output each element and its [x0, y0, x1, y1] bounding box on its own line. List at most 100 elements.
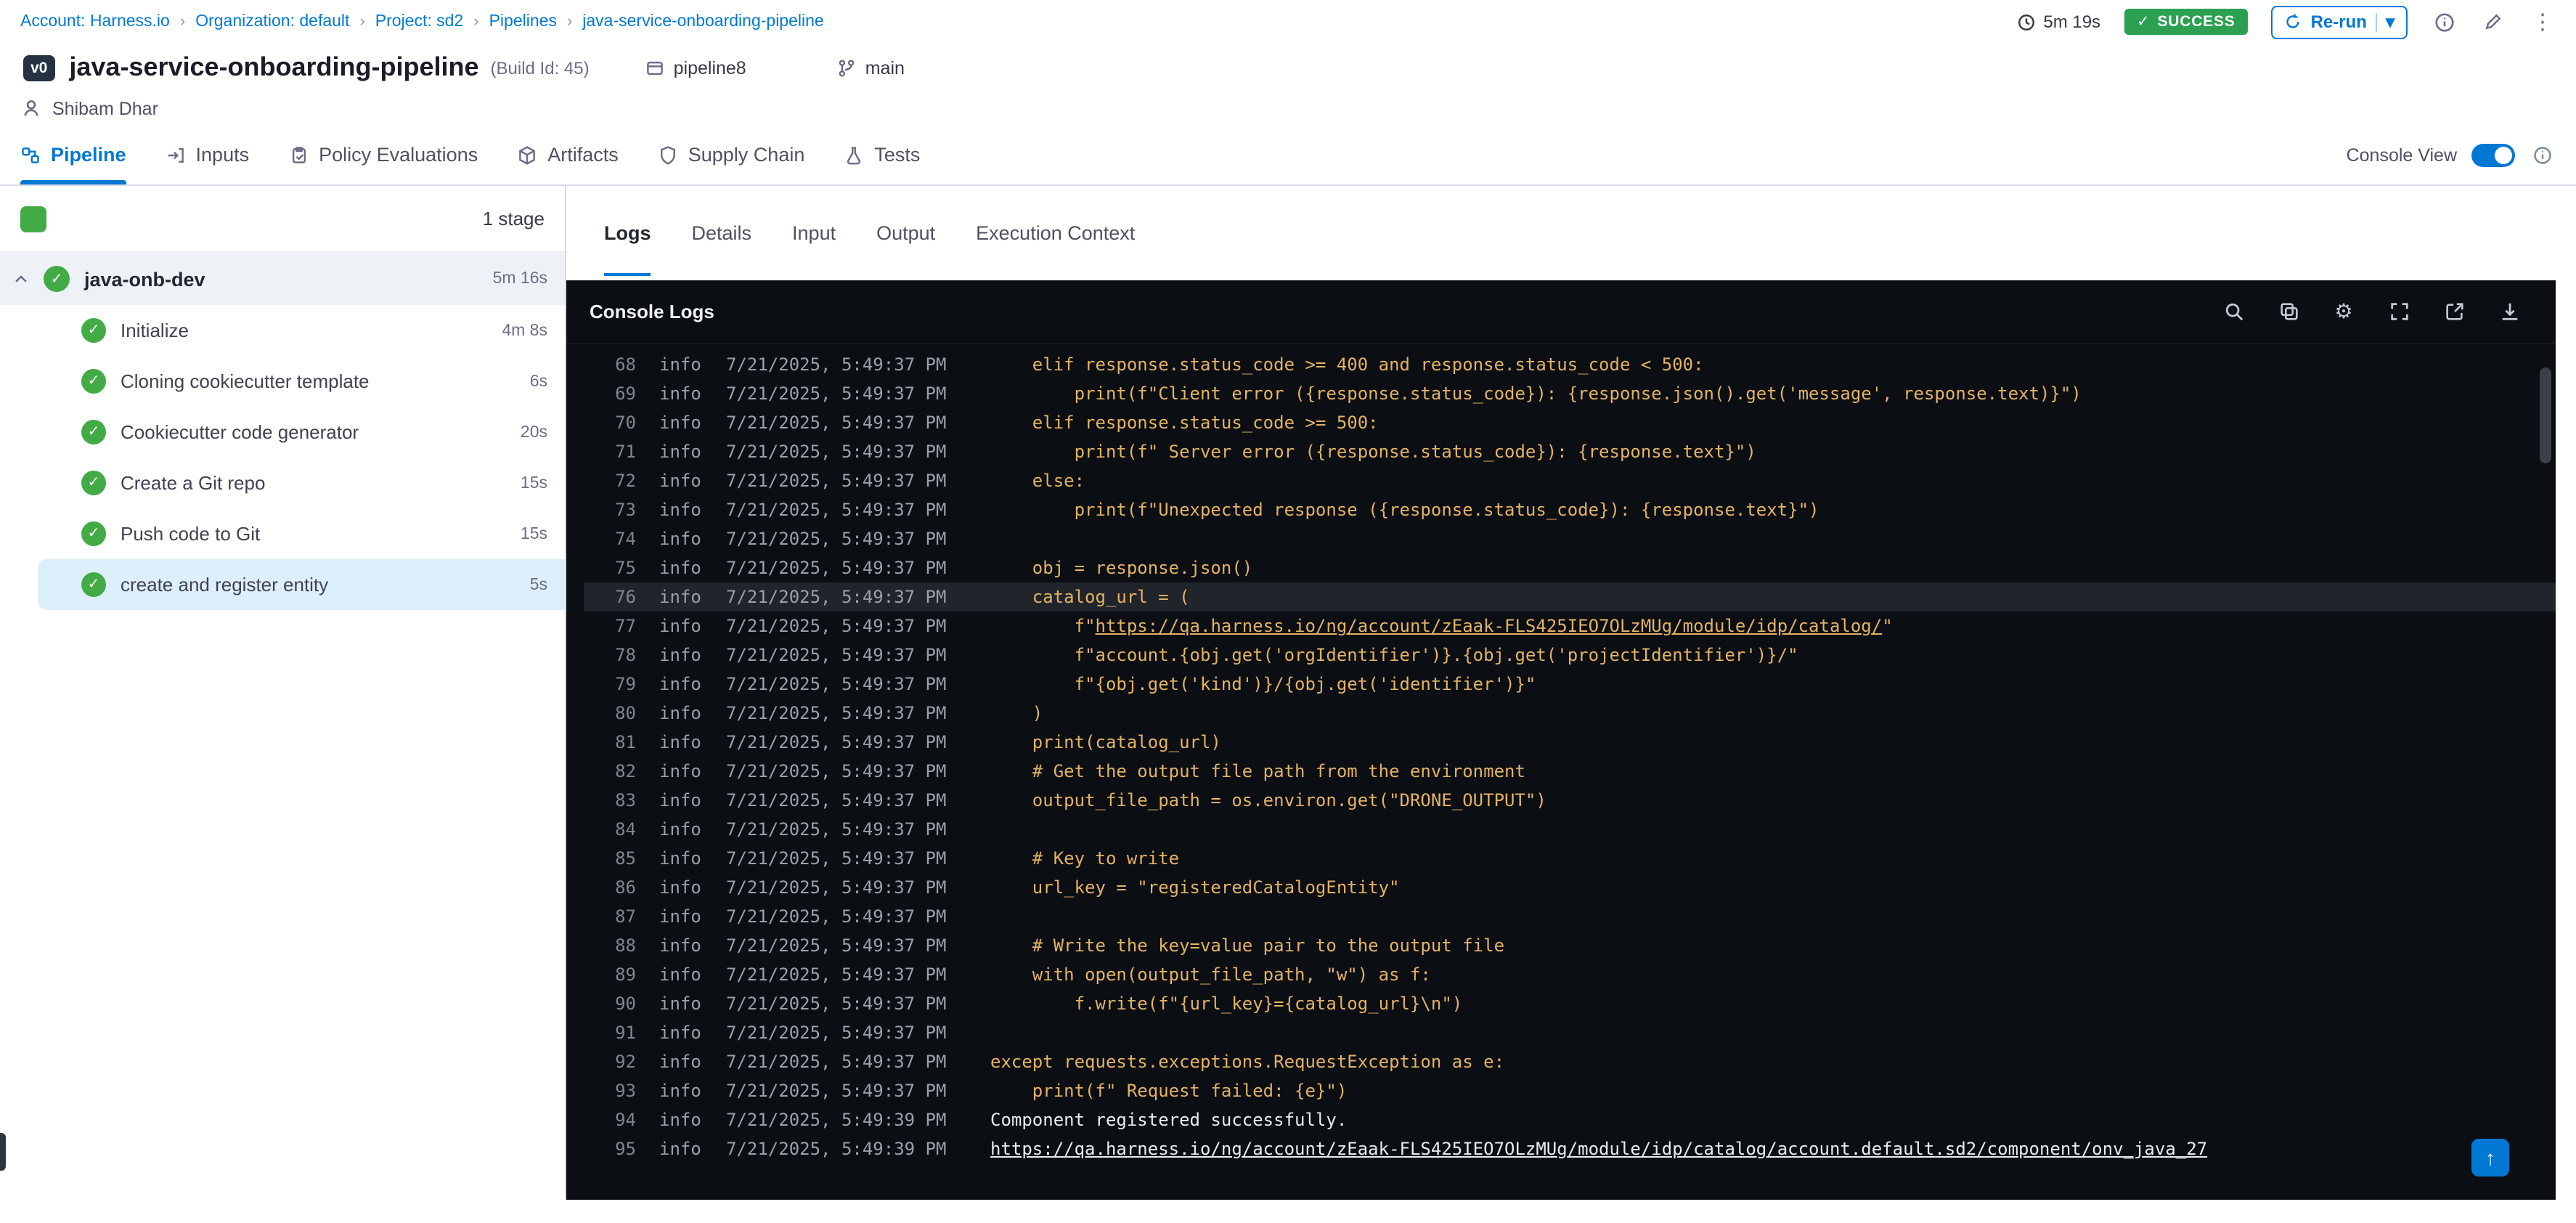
log-line-number: 68 [615, 354, 636, 375]
execution-duration: 5m 19s [2017, 12, 2100, 32]
log-timestamp: 7/21/2025, 5:49:37 PM [726, 819, 947, 840]
step-create-a-git-repo[interactable]: ✓ Create a Git repo 15s [0, 458, 565, 508]
breadcrumb-project[interactable]: Project: sd2 [375, 13, 463, 31]
tab-tests[interactable]: Tests [844, 125, 920, 184]
tab-pipeline[interactable]: Pipeline [20, 125, 126, 184]
step-initialize[interactable]: ✓ Initialize 4m 8s [0, 305, 565, 356]
edit-pencil-icon[interactable] [2480, 9, 2506, 35]
log-line-number: 89 [615, 964, 636, 985]
log-timestamp: 7/21/2025, 5:49:37 PM [726, 906, 947, 927]
scroll-to-top-button[interactable]: ↑ [2471, 1139, 2509, 1177]
step-cookiecutter-code-generator[interactable]: ✓ Cookiecutter code generator 20s [0, 407, 565, 458]
rerun-button[interactable]: Re-run ▾ [2271, 5, 2408, 38]
log-line: 87 info 7/21/2025, 5:49:37 PM [584, 902, 2556, 931]
log-line-number: 78 [615, 645, 636, 665]
log-link[interactable]: https://qa.harness.io/ng/account/zEaak-F… [990, 1139, 2207, 1159]
chevron-up-icon[interactable] [9, 267, 32, 290]
open-in-new-icon[interactable] [2442, 300, 2466, 323]
step-cloning-cookiecutter-template[interactable]: ✓ Cloning cookiecutter template 6s [0, 356, 565, 407]
log-level: info [659, 994, 701, 1014]
breadcrumb-organization[interactable]: Organization: default [195, 13, 349, 31]
log-level: info [659, 616, 701, 636]
step-push-code-to-git[interactable]: ✓ Push code to Git 15s [0, 508, 565, 559]
step-duration: 6s [529, 373, 547, 390]
log-timestamp: 7/21/2025, 5:49:37 PM [726, 413, 947, 433]
tab-input[interactable]: Input [792, 186, 836, 280]
log-line: 74 info 7/21/2025, 5:49:37 PM [584, 524, 2556, 553]
tab-logs[interactable]: Logs [604, 186, 652, 280]
user-icon [24, 100, 38, 116]
log-timestamp: 7/21/2025, 5:49:37 PM [726, 732, 947, 752]
log-text: print(f" Server error ({response.status_… [990, 442, 1756, 462]
log-level: info [659, 471, 701, 491]
stage-row-java-onb-dev[interactable]: ✓ java-onb-dev 5m 16s [0, 253, 565, 305]
tab-supply-chain[interactable]: Supply Chain [658, 125, 804, 184]
log-timestamp: 7/21/2025, 5:49:37 PM [726, 877, 947, 898]
drawer-handle[interactable] [0, 1133, 6, 1171]
console-scrollbar[interactable] [2540, 367, 2551, 463]
breadcrumb-separator-icon: › [566, 13, 573, 31]
chevron-down-icon[interactable]: ▾ [2386, 12, 2394, 32]
branch-chip[interactable]: main [836, 57, 905, 78]
log-line: 68 info 7/21/2025, 5:49:37 PM elif respons… [584, 350, 2556, 379]
console-view-info-icon[interactable] [2530, 142, 2556, 168]
log-text: Component registered successfully. [990, 1110, 1348, 1130]
log-level: info [659, 645, 701, 665]
pipeline-tag-chip[interactable]: pipeline8 [645, 57, 746, 78]
log-line: 82 info 7/21/2025, 5:49:37 PM # Get the ou… [584, 757, 2556, 786]
log-timestamp: 7/21/2025, 5:49:37 PM [726, 674, 947, 694]
tab-policy-evaluations[interactable]: Policy Evaluations [288, 125, 478, 184]
console-header: Console Logs ⚙ [566, 280, 2556, 344]
log-line: 90 info 7/21/2025, 5:49:37 PM f.write(f"{u… [584, 989, 2556, 1018]
step-create-and-register-entity[interactable]: ✓ create and register entity 5s [38, 559, 565, 610]
log-level: info [659, 674, 701, 694]
log-line: 84 info 7/21/2025, 5:49:37 PM [584, 815, 2556, 844]
log-line: 72 info 7/21/2025, 5:49:37 PM else: [584, 466, 2556, 495]
log-text: ) [990, 703, 1043, 723]
log-timestamp: 7/21/2025, 5:49:39 PM [726, 1110, 947, 1130]
log-level: info [659, 790, 701, 810]
breadcrumb-account[interactable]: Account: Harness.io [20, 13, 170, 31]
log-line: 88 info 7/21/2025, 5:49:37 PM # Write the … [584, 931, 2556, 960]
tab-output[interactable]: Output [876, 186, 935, 280]
main-tab-bar: Pipeline Inputs Policy Evaluations Artif… [0, 125, 2576, 186]
log-line-number: 70 [615, 413, 636, 433]
step-duration: 4m 8s [502, 322, 547, 339]
step-duration: 20s [520, 423, 547, 441]
log-level: info [659, 819, 701, 840]
tab-execution-context[interactable]: Execution Context [976, 186, 1135, 280]
log-line-number: 88 [615, 935, 636, 956]
breadcrumb-separator-icon: › [473, 13, 479, 31]
settings-gear-icon[interactable]: ⚙ [2332, 299, 2355, 323]
search-icon[interactable] [2222, 300, 2245, 323]
log-link[interactable]: https://qa.harness.io/ng/account/zEaak-F… [1096, 616, 1883, 636]
log-text: https://qa.harness.io/ng/account/zEaak-F… [990, 1134, 2207, 1163]
log-level: info [659, 732, 701, 752]
copy-icon[interactable] [2277, 300, 2300, 323]
fullscreen-icon[interactable] [2387, 300, 2410, 323]
info-icon[interactable] [2431, 9, 2457, 35]
git-branch-icon [839, 59, 855, 76]
download-icon[interactable] [2498, 300, 2521, 323]
log-list: 68 info 7/21/2025, 5:49:37 PM elif respons… [566, 350, 2556, 1200]
tab-artifacts[interactable]: Artifacts [517, 125, 619, 184]
card-icon [646, 60, 663, 75]
tab-details[interactable]: Details [692, 186, 752, 280]
log-level: info [659, 935, 701, 956]
stage-minimap-node[interactable] [20, 206, 46, 232]
log-line-number: 75 [615, 558, 636, 578]
console-title: Console Logs [590, 301, 714, 322]
policy-clipboard-icon [291, 146, 306, 163]
console-view-toggle[interactable] [2471, 143, 2515, 166]
step-success-icon: ✓ [81, 369, 106, 394]
log-text: f"account.{obj.get('orgIdentifier')}.{ob… [990, 645, 1798, 665]
breadcrumb-current-pipeline[interactable]: java-service-onboarding-pipeline [582, 13, 823, 31]
tab-inputs[interactable]: Inputs [166, 125, 249, 184]
breadcrumb-pipelines[interactable]: Pipelines [489, 13, 557, 31]
kebab-menu-icon[interactable]: ⋮ [2530, 9, 2556, 35]
log-timestamp: 7/21/2025, 5:49:37 PM [726, 1081, 947, 1101]
step-success-icon: ✓ [81, 572, 106, 597]
log-line: 79 info 7/21/2025, 5:49:37 PM f"{obj.get('… [584, 670, 2556, 699]
log-line: 91 info 7/21/2025, 5:49:37 PM [584, 1018, 2556, 1047]
log-line-number: 74 [615, 529, 636, 549]
